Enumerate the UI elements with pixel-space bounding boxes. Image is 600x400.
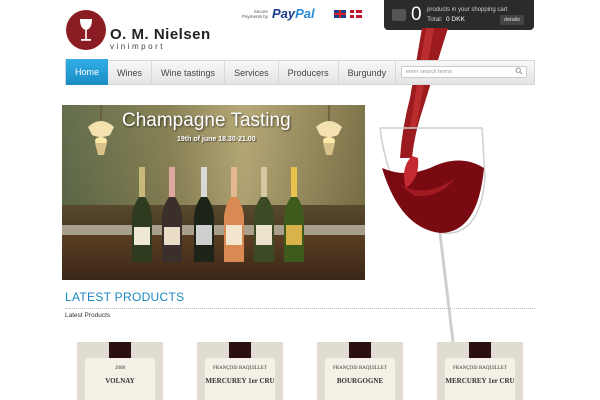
cart-text: products in your shopping cart	[427, 7, 508, 13]
label-top-text: FRANÇOIS RAQUILLET	[332, 366, 388, 371]
english-flag-icon[interactable]	[334, 10, 346, 18]
product-card[interactable]: FRANÇOIS RAQUILLET MERCUREY 1er CRU	[197, 342, 283, 400]
nav-item-services[interactable]: Services	[225, 60, 279, 85]
label-main-text: VOLNAY	[105, 377, 135, 385]
secure-payments-text: Secure Payments by	[241, 8, 268, 19]
nav-item-home[interactable]: Home	[66, 59, 109, 85]
label-top-text: 2008	[115, 366, 125, 371]
champagne-bottle-icon	[254, 167, 274, 262]
brand-name[interactable]: O. M. Nielsen	[110, 26, 211, 43]
bottle-label: 2008 VOLNAY	[85, 358, 155, 400]
cart-details-button[interactable]: details	[500, 15, 524, 25]
bottle-label: FRANÇOIS RAQUILLET MERCUREY 1er CRU	[205, 358, 275, 400]
champagne-tasting-banner[interactable]: Champagne Tasting 19th of june 18.30-21.…	[62, 105, 365, 280]
champagne-bottle-icon	[194, 167, 214, 262]
danish-flag-icon[interactable]	[350, 10, 362, 18]
latest-products-subheading: Latest Products	[65, 312, 111, 319]
bottle-label: FRANÇOIS RAQUILLET MERCUREY 1er CRU	[445, 358, 515, 400]
search-icon[interactable]	[515, 67, 523, 75]
paypal-logo-part1: Pay	[272, 6, 296, 21]
label-main-text: MERCUREY 1er CRU	[205, 377, 275, 385]
label-main-text: MERCUREY 1er CRU	[445, 377, 515, 385]
banner-date: 19th of june 18.30-21.00	[177, 136, 256, 143]
nav-item-producers[interactable]: Producers	[279, 60, 339, 85]
nav-item-burgundy[interactable]: Burgundy	[339, 60, 397, 85]
label-top-text: FRANÇOIS RAQUILLET	[452, 366, 508, 371]
divider	[65, 308, 535, 309]
product-card[interactable]: FRANÇOIS RAQUILLET MERCUREY 1er CRU	[437, 342, 523, 400]
label-top-text: FRANÇOIS RAQUILLET	[212, 366, 268, 371]
logo-icon[interactable]	[66, 10, 106, 50]
search-input[interactable]: enter search terms	[401, 66, 527, 78]
champagne-bottle-icon	[162, 167, 182, 262]
nav-item-wine-tastings[interactable]: Wine tastings	[152, 60, 226, 85]
wine-glass-icon	[80, 19, 92, 41]
champagne-bottle-icon	[132, 167, 152, 262]
label-main-text: BOURGOGNE	[336, 377, 384, 385]
champagne-bottle-icon	[284, 167, 304, 262]
product-card[interactable]: 2008 VOLNAY	[77, 342, 163, 400]
paypal-badge: Secure Payments by PayPal	[238, 6, 315, 21]
lamp-icon	[316, 105, 342, 155]
cart-count: 0	[411, 4, 422, 25]
lamp-icon	[88, 105, 114, 155]
champagne-bottle-icon	[224, 167, 244, 262]
brand-subtitle: vinimport	[110, 42, 165, 51]
latest-products-heading: LATEST PRODUCTS	[65, 290, 185, 304]
paypal-logo-part2: Pal	[295, 6, 315, 21]
product-card[interactable]: FRANÇOIS RAQUILLET BOURGOGNE	[317, 342, 403, 400]
banner-title: Champagne Tasting	[122, 110, 291, 131]
nav-item-wines[interactable]: Wines	[108, 60, 153, 85]
cart-icon	[392, 9, 406, 21]
paypal-logo: PayPal	[272, 6, 315, 21]
bottle-label: FRANÇOIS RAQUILLET BOURGOGNE	[325, 358, 395, 400]
cart-total-label: Total:	[427, 16, 443, 23]
cart-total-value: 0 DKK	[446, 16, 465, 23]
page: O. M. Nielsen vinimport Secure Payments …	[0, 0, 600, 400]
